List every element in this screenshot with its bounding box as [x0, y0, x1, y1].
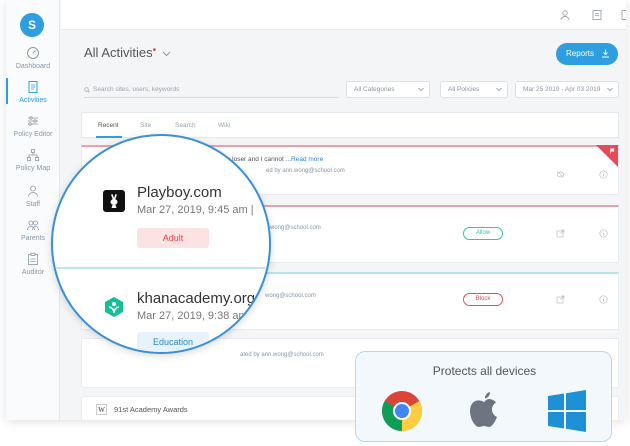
- tab-search[interactable]: Search: [175, 122, 196, 129]
- visit-date: Mar 27, 2019, 9:45 am |: [137, 204, 254, 216]
- chevron-down-icon: [496, 87, 502, 92]
- site-name: khanacademy.org: [137, 290, 256, 307]
- wikipedia-icon: W: [96, 404, 107, 415]
- hexagon-leaf-icon: [105, 297, 123, 317]
- info-icon[interactable]: [599, 170, 608, 179]
- windows-icon: [548, 390, 586, 432]
- sidebar-item-label: Policy Map: [15, 165, 51, 172]
- visit-date: Mar 27, 2019, 9:38 am |: [137, 310, 254, 322]
- sidebar-item-staff[interactable]: Staff: [6, 184, 60, 208]
- activity-user: ated by ann.wong@school.com: [240, 352, 324, 358]
- users-icon: [27, 220, 39, 231]
- date-range-dropdown[interactable]: Mar 25 2019 - Apr 03 2019: [515, 81, 619, 98]
- categories-dropdown[interactable]: All Categories: [346, 81, 430, 98]
- sliders-icon: [28, 116, 38, 126]
- chevron-down-icon: [418, 87, 424, 92]
- active-tab-indicator: [96, 136, 122, 138]
- reports-button[interactable]: Reports: [556, 43, 618, 65]
- clipboard-icon: [28, 252, 38, 265]
- sidebar-item-policy-map[interactable]: Policy Map: [6, 148, 60, 172]
- activity-title: 91st Academy Awards: [114, 405, 188, 414]
- policies-dropdown[interactable]: All Policies: [440, 81, 508, 98]
- sidebar-item-label: Dashboard: [15, 63, 51, 70]
- sidebar-item-dashboard[interactable]: Dashboard: [6, 46, 60, 70]
- info-icon[interactable]: [599, 229, 608, 238]
- search-input[interactable]: Search sites, users, keywords: [84, 82, 338, 98]
- bunny-icon: [110, 194, 118, 208]
- external-link-icon[interactable]: [556, 229, 565, 238]
- sidebar-item-label: Policy Editor: [13, 131, 53, 138]
- tab-site[interactable]: Site: [140, 122, 151, 129]
- devices-callout: Protects all devices: [355, 351, 612, 442]
- info-icon[interactable]: [599, 295, 608, 304]
- sidebar-item-label: Staff: [25, 201, 41, 208]
- sidebar: S Dashboard Activities Policy Editor Pol…: [6, 0, 60, 420]
- sidebar-item-policy-editor[interactable]: Policy Editor: [6, 114, 60, 138]
- document-icon: [28, 81, 38, 93]
- sidebar-item-label: Activities: [19, 97, 47, 104]
- sidebar-item-label: Parents: [20, 235, 46, 242]
- download-icon: [602, 49, 609, 58]
- chrome-icon: [382, 391, 422, 431]
- divider: [53, 267, 269, 269]
- block-button[interactable]: Block: [463, 293, 503, 306]
- playboy-logo: [103, 190, 125, 212]
- category-badge: Adult: [137, 228, 209, 248]
- apple-icon: [470, 392, 497, 427]
- category-badge: Education: [137, 332, 209, 352]
- hierarchy-icon: [27, 149, 39, 161]
- external-link-icon[interactable]: [556, 295, 565, 304]
- gauge-icon: [27, 47, 39, 59]
- tab-wiki[interactable]: Wiki: [218, 122, 230, 129]
- alert-dot: •: [152, 45, 157, 56]
- magnifier-callout: Playboy.com Mar 27, 2019, 9:45 am | Adul…: [51, 134, 271, 354]
- tab-recent[interactable]: Recent: [98, 122, 119, 129]
- khanacademy-logo: [103, 296, 125, 318]
- chevron-down-icon: [607, 87, 613, 92]
- search-icon: [84, 87, 90, 93]
- site-name: Playboy.com: [137, 184, 222, 201]
- app-logo[interactable]: S: [20, 13, 44, 37]
- top-bar: [61, 0, 626, 30]
- flag-icon: [610, 148, 615, 154]
- hide-icon[interactable]: [556, 170, 565, 179]
- devices-title: Protects all devices: [432, 364, 537, 378]
- page-title[interactable]: All Activities•: [84, 45, 171, 60]
- activity-user: wong@school.com: [265, 293, 316, 299]
- sidebar-item-activities[interactable]: Activities: [6, 78, 60, 104]
- user-icon[interactable]: [559, 9, 571, 21]
- allow-button[interactable]: Allow: [463, 227, 503, 240]
- chevron-down-icon: [162, 51, 171, 57]
- activity-user: n.wong@school.com: [265, 225, 321, 231]
- notes-icon[interactable]: [591, 9, 603, 21]
- read-more-link[interactable]: Read more: [291, 156, 323, 163]
- activity-user: ed by ann.wong@school.com: [266, 168, 345, 174]
- sidebar-item-label: Auditor: [21, 269, 45, 276]
- logout-icon[interactable]: [620, 9, 626, 21]
- user-icon: [28, 185, 38, 197]
